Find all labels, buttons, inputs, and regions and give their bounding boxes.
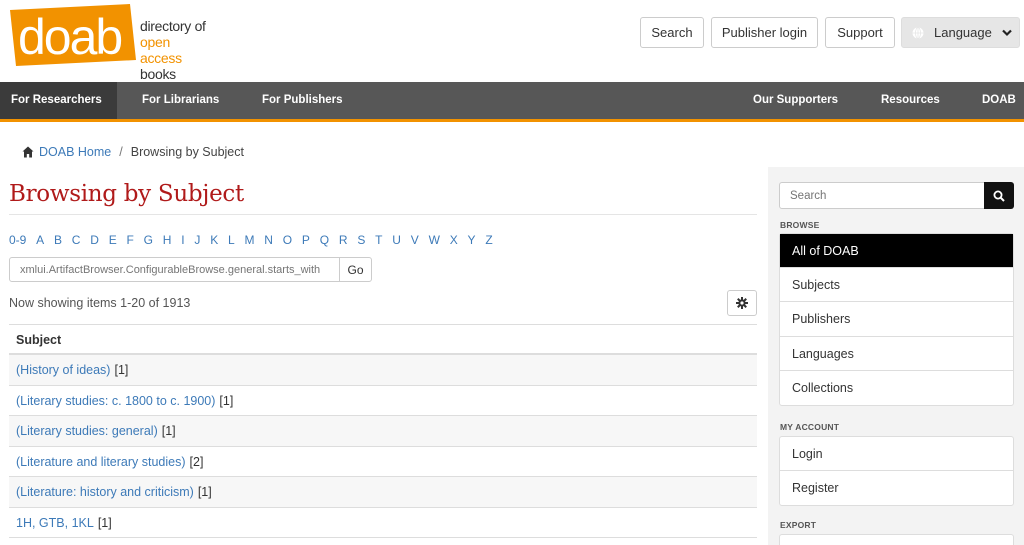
table-row: (History of ideas) [1] xyxy=(9,355,757,386)
nav-for-librarians[interactable]: For Librarians xyxy=(142,82,219,119)
letter-filter-link[interactable]: X xyxy=(450,233,458,247)
starts-with-input[interactable] xyxy=(9,257,340,282)
chevron-down-icon xyxy=(1002,29,1012,36)
my-account-heading: MY ACCOUNT xyxy=(780,422,840,432)
subject-count: [2] xyxy=(189,454,204,469)
sidebar-search-input[interactable] xyxy=(779,182,985,209)
table-row: (Literary studies: c. 1800 to c. 1900) [1… xyxy=(9,386,757,416)
table-row: (Literary studies: general) [1] xyxy=(9,416,757,447)
sidebar-item-register[interactable]: Register xyxy=(780,471,1013,505)
subject-count: [1] xyxy=(161,424,176,438)
publisher-login-button[interactable]: Publisher login xyxy=(711,17,818,48)
alphabet-filter: 0-9 A B C D E F G H I J K L M N O P Q R S T U V W X Y Z xyxy=(9,233,502,247)
logo-line-3: books xyxy=(140,66,176,82)
site-header: doab directory of open access books Sear… xyxy=(0,0,1024,82)
letter-filter-link[interactable]: C xyxy=(72,233,81,247)
sidebar-item-login[interactable]: Login xyxy=(780,437,1013,472)
sidebar-search-button[interactable] xyxy=(984,182,1014,209)
logo-tagline: directory of open access books xyxy=(140,18,208,82)
breadcrumb-home-link[interactable]: DOAB Home xyxy=(39,145,111,159)
globe-icon xyxy=(912,26,924,39)
sidebar: BROWSE All of DOABSubjectsPublishersLang… xyxy=(768,167,1024,545)
sidebar-item-subjects[interactable]: Subjects xyxy=(780,268,1013,303)
breadcrumb: DOAB Home / Browsing by Subject xyxy=(22,143,244,161)
browse-list: All of DOAB Subjects Publishers Languages Co… xyxy=(779,233,1014,406)
sidebar-item-all-of-doab[interactable]: All of DOAB xyxy=(780,234,1013,269)
subject-link[interactable]: (Literary studies: general) xyxy=(16,424,158,438)
subject-link[interactable]: 1H, GTB, 1KL xyxy=(16,516,94,530)
letter-filter-link[interactable]: F xyxy=(127,233,134,247)
page-title: Browsing by Subject xyxy=(9,181,244,207)
gear-icon xyxy=(736,297,748,309)
letter-filter-link[interactable]: E xyxy=(109,233,117,247)
account-list: Login Register xyxy=(779,436,1014,507)
letter-filter-link[interactable]: B xyxy=(54,233,62,247)
letter-filter-link[interactable]: W xyxy=(429,233,440,247)
letter-filter-link[interactable]: V xyxy=(411,233,419,247)
letter-filter-link[interactable]: Z xyxy=(485,233,492,247)
sidebar-item-languages[interactable]: Languages xyxy=(780,337,1013,371)
letter-filter-link[interactable]: G xyxy=(144,233,153,247)
logo-line-1: directory of xyxy=(140,18,206,34)
subject-count: [1] xyxy=(219,393,234,408)
letter-filter-link[interactable]: M xyxy=(245,233,255,247)
subject-link[interactable]: (Literature: history and criticism) xyxy=(16,485,194,499)
table-row: (Literature: history and criticism) [1] xyxy=(9,477,757,508)
subject-count: [1] xyxy=(114,363,129,377)
subject-link[interactable]: (History of ideas) xyxy=(16,363,110,377)
letter-filter-link[interactable]: D xyxy=(90,233,99,247)
letter-filter-link[interactable]: Q xyxy=(320,233,329,247)
header-search-button[interactable]: Search xyxy=(640,17,704,48)
breadcrumb-current: Browsing by Subject xyxy=(130,145,244,159)
letter-filter-link[interactable]: H xyxy=(163,233,172,247)
home-icon xyxy=(22,146,34,158)
letter-filter-link[interactable]: Y xyxy=(468,233,476,247)
go-button[interactable]: Go xyxy=(339,257,372,282)
doab-logo-mark-icon: doab xyxy=(10,4,136,66)
language-dropdown[interactable]: Language xyxy=(901,17,1020,48)
letter-filter-link[interactable]: U xyxy=(392,233,401,247)
search-icon xyxy=(993,190,1005,202)
title-divider xyxy=(9,214,757,215)
nav-for-researchers[interactable]: For Researchers xyxy=(0,82,117,119)
letter-filter-link[interactable]: S xyxy=(357,233,365,247)
letter-filter-link[interactable]: P xyxy=(302,233,310,247)
svg-text:doab: doab xyxy=(18,9,121,65)
nav-for-publishers[interactable]: For Publishers xyxy=(262,82,343,119)
table-row: (Literature and literary studies) [2] xyxy=(9,447,757,477)
subject-count: [1] xyxy=(97,515,112,530)
browse-heading: BROWSE xyxy=(780,220,820,230)
subject-table: Subject (History of ideas) [1] (Literary s… xyxy=(9,324,757,538)
sidebar-item-publishers[interactable]: Publishers xyxy=(780,302,1013,337)
subject-count: [1] xyxy=(197,485,212,499)
subject-link[interactable]: (Literary studies: c. 1800 to c. 1900) xyxy=(16,394,215,408)
letter-filter-link[interactable]: A xyxy=(36,233,44,247)
nav-resources[interactable]: Resources xyxy=(881,82,940,119)
letter-filter-link[interactable]: I xyxy=(181,233,184,247)
nav-our-supporters[interactable]: Our Supporters xyxy=(753,82,838,119)
support-button[interactable]: Support xyxy=(825,17,895,48)
export-list xyxy=(779,534,1014,545)
letter-filter-link[interactable]: N xyxy=(264,233,273,247)
letter-filter-link[interactable]: K xyxy=(210,233,218,247)
logo-line-2: open access xyxy=(140,34,182,66)
main-nav: For Researchers For Librarians For Publi… xyxy=(0,82,1024,122)
language-label: Language xyxy=(934,25,992,40)
sidebar-item-collections[interactable]: Collections xyxy=(780,371,1013,405)
doab-logo[interactable]: doab directory of open access books xyxy=(8,4,208,82)
letter-filter-link[interactable]: J xyxy=(194,233,200,247)
results-count: Now showing items 1-20 of 1913 xyxy=(9,296,191,310)
letter-filter-link[interactable]: O xyxy=(283,233,292,247)
letter-filter-link[interactable]: T xyxy=(375,233,382,247)
nav-doab[interactable]: DOAB xyxy=(982,82,1016,119)
browse-settings-button[interactable] xyxy=(727,290,757,316)
subject-link[interactable]: (Literature and literary studies) xyxy=(16,455,186,469)
table-row: 1H, GTB, 1KL [1] xyxy=(9,508,757,538)
breadcrumb-separator: / xyxy=(119,145,123,159)
export-heading: EXPORT xyxy=(780,520,817,530)
letter-filter-link[interactable]: L xyxy=(228,233,235,247)
letter-filter-link[interactable]: 0-9 xyxy=(9,233,26,247)
letter-filter-link[interactable]: R xyxy=(339,233,348,247)
table-header-subject: Subject xyxy=(9,324,757,355)
